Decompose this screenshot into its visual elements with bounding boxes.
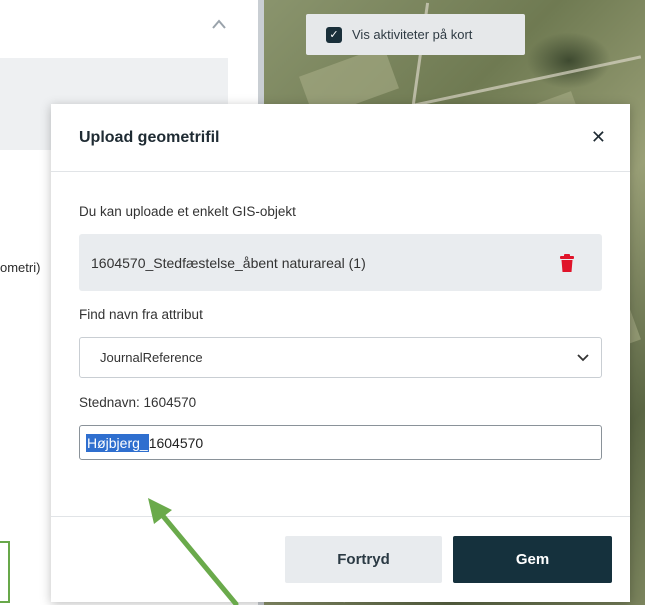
place-name-input[interactable]: Højbjerg_ 1604570 <box>79 425 602 460</box>
dialog-footer: Fortryd Gem <box>51 516 630 602</box>
attribute-select-value: JournalReference <box>100 350 203 365</box>
attribute-select[interactable]: JournalReference <box>79 337 602 378</box>
map-toggle-label: Vis aktiviteter på kort <box>352 27 473 42</box>
dialog-title: Upload geometrifil <box>79 128 220 146</box>
save-button[interactable]: Gem <box>453 536 612 583</box>
close-icon[interactable]: ✕ <box>591 127 606 148</box>
panel-truncated-text: ometri) <box>0 260 41 275</box>
place-name-text: Stednavn: 1604570 <box>79 395 197 410</box>
trash-icon[interactable] <box>560 253 574 272</box>
dialog-body: Du kan uploade et enkelt GIS-objekt 1604… <box>51 204 630 460</box>
uploaded-file-name: 1604570_Stedfæstelse_åbent naturareal (1… <box>91 254 366 271</box>
chevron-down-icon <box>577 353 589 361</box>
input-selected-text: Højbjerg_ <box>86 433 149 452</box>
attribute-label: Find navn fra attribut <box>79 307 203 322</box>
chevron-up-icon[interactable] <box>211 18 227 30</box>
uploaded-file-row: 1604570_Stedfæstelse_åbent naturareal (1… <box>79 234 602 291</box>
upload-help-text: Du kan uploade et enkelt GIS-objekt <box>79 204 296 219</box>
dialog-header: Upload geometrifil ✕ <box>51 104 630 172</box>
annotation-highlight-box <box>0 541 10 603</box>
upload-geometry-dialog: Upload geometrifil ✕ Du kan uploade et e… <box>51 104 630 602</box>
cancel-button[interactable]: Fortryd <box>285 536 442 583</box>
map-activities-toggle[interactable]: ✓ Vis aktiviteter på kort <box>306 14 525 55</box>
input-text: 1604570 <box>148 434 204 451</box>
checkbox-checked-icon[interactable]: ✓ <box>326 26 342 43</box>
